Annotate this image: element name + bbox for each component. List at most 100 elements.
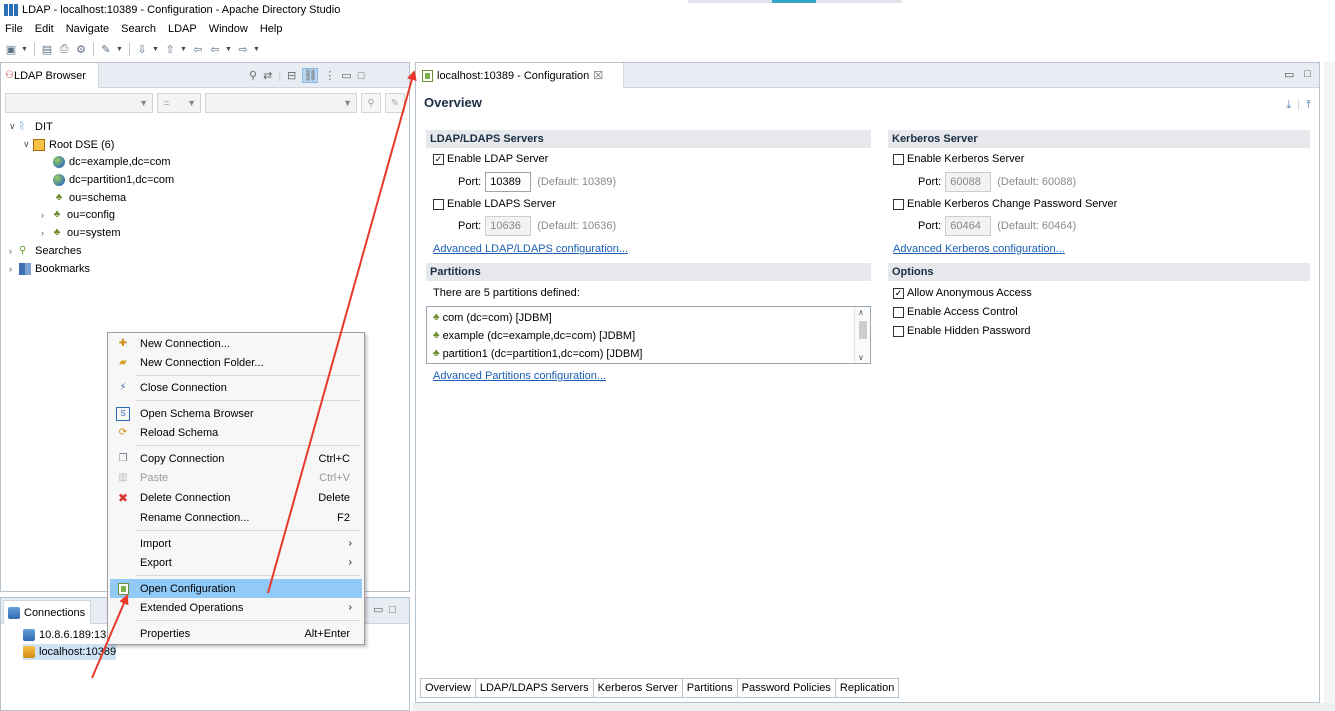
chevron-right-icon[interactable]: › (9, 264, 19, 274)
quick-search-button[interactable]: ⚲ (361, 93, 381, 113)
menu-edit[interactable]: Edit (35, 23, 54, 35)
back-icon[interactable]: ⇦ (208, 42, 222, 56)
advanced-partitions-link[interactable]: Advanced Partitions configuration... (433, 370, 606, 382)
chevron-right-icon[interactable]: › (41, 210, 51, 220)
menu-item-properties[interactable]: Properties Alt+Enter (110, 624, 362, 643)
tab-ldap-browser[interactable]: ⚇ LDAP Browser (1, 63, 99, 88)
settings-icon[interactable]: ⚙ (74, 42, 88, 56)
tree-node-example[interactable]: dc=example,dc=com (53, 153, 171, 170)
menu-file[interactable]: File (5, 23, 23, 35)
partitions-scrollbar[interactable]: ∧ ∨ (854, 307, 870, 363)
chevron-right-icon[interactable]: › (9, 246, 19, 256)
enable-change-password-checkbox[interactable]: Enable Kerberos Change Password Server (893, 196, 1117, 212)
menu-item-export[interactable]: Export › (110, 553, 362, 572)
list-item[interactable]: ♣ partition1 (dc=partition1,dc=com) [JDB… (433, 345, 642, 362)
search-view-icon[interactable]: ⚲ (249, 69, 257, 82)
value-combo[interactable]: ▼ (205, 93, 357, 113)
chevron-down-icon[interactable]: ∨ (23, 139, 33, 150)
pin-icon[interactable]: ✎ (99, 42, 113, 56)
menu-item-new-connection-folder[interactable]: ▰ New Connection Folder... (110, 353, 362, 372)
minimize-icon[interactable]: ▭ (373, 603, 383, 616)
view-menu-icon[interactable]: ⋮ (324, 69, 335, 82)
clear-search-button[interactable]: ✎ (385, 93, 405, 113)
scroll-up-icon[interactable]: ∧ (858, 308, 864, 317)
forward-dropdown-icon[interactable]: ▼ (253, 46, 261, 53)
tab-connections[interactable]: Connections (3, 600, 91, 624)
advanced-kerberos-link[interactable]: Advanced Kerberos configuration... (893, 243, 1065, 255)
maximize-icon[interactable]: □ (1304, 68, 1311, 81)
tree-node-schema[interactable]: ♣ ou=schema (53, 189, 126, 206)
ldaps-port-input[interactable]: 10636 (485, 216, 532, 236)
tree-node-system[interactable]: › ♣ ou=system (41, 224, 121, 241)
last-edit-icon[interactable]: ⇦ (191, 42, 205, 56)
next-annotation-dropdown-icon[interactable]: ▼ (152, 46, 160, 53)
menu-item-open-configuration[interactable]: Open Configuration (110, 579, 362, 598)
chevron-right-icon[interactable]: › (41, 228, 51, 238)
tree-node-config[interactable]: › ♣ ou=config (41, 206, 115, 223)
enable-access-control-checkbox[interactable]: Enable Access Control (893, 304, 1018, 320)
save-icon[interactable]: ▤ (40, 42, 54, 56)
connection-item[interactable]: 10.8.6.189:13 (23, 627, 106, 643)
menu-item-rename-connection[interactable]: Rename Connection... F2 (110, 508, 362, 527)
menu-item-new-connection[interactable]: ✚ New Connection... (110, 334, 362, 353)
prev-annotation-icon[interactable]: ⇧ (163, 42, 177, 56)
export-icon[interactable]: ⤒ (1306, 99, 1311, 112)
chevron-down-icon[interactable]: ∨ (9, 121, 19, 132)
menu-item-open-schema-browser[interactable]: S Open Schema Browser (110, 404, 362, 423)
menu-item-close-connection[interactable]: ⚡ Close Connection (110, 378, 362, 397)
scroll-thumb[interactable] (859, 321, 867, 339)
enable-ldap-checkbox[interactable]: ✓ Enable LDAP Server (433, 151, 548, 167)
collapse-all-icon[interactable]: ⊟ (287, 69, 296, 82)
pin-dropdown-icon[interactable]: ▼ (116, 46, 124, 53)
connection-item-selected[interactable]: localhost:10389 (23, 644, 117, 660)
prev-annotation-dropdown-icon[interactable]: ▼ (180, 46, 188, 53)
attribute-combo[interactable]: ▼ (5, 93, 153, 113)
minimize-icon[interactable]: ▭ (1284, 68, 1294, 81)
maximize-icon[interactable]: □ (389, 604, 396, 616)
new-dropdown-icon[interactable]: ▼ (21, 46, 29, 53)
kerberos-port-input[interactable]: 60088 (945, 172, 992, 192)
back-dropdown-icon[interactable]: ▼ (225, 46, 233, 53)
menu-item-copy-connection[interactable]: ❐ Copy Connection Ctrl+C (110, 449, 362, 468)
next-annotation-icon[interactable]: ⇩ (135, 42, 149, 56)
tree-node-root-dse[interactable]: ∨ Root DSE (6) (23, 136, 114, 153)
tree-node-searches[interactable]: › ⚲ Searches (9, 242, 81, 259)
advanced-ldap-link[interactable]: Advanced LDAP/LDAPS configuration... (433, 243, 628, 255)
tree-node-partition1[interactable]: dc=partition1,dc=com (53, 171, 174, 188)
tab-kerberos-server[interactable]: Kerberos Server (594, 679, 683, 697)
allow-anonymous-checkbox[interactable]: ✓ Allow Anonymous Access (893, 285, 1032, 301)
scroll-down-icon[interactable]: ∨ (858, 353, 864, 362)
enable-kerberos-checkbox[interactable]: Enable Kerberos Server (893, 151, 1024, 167)
enable-hidden-password-checkbox[interactable]: Enable Hidden Password (893, 323, 1031, 339)
print-icon[interactable]: ⎙ (57, 42, 71, 56)
change-password-port-input[interactable]: 60464 (945, 216, 992, 236)
list-item[interactable]: ♣ example (dc=example,dc=com) [JDBM] (433, 327, 635, 344)
minimize-icon[interactable]: ▭ (341, 69, 351, 82)
enable-ldaps-checkbox[interactable]: Enable LDAPS Server (433, 196, 556, 212)
menu-navigate[interactable]: Navigate (66, 23, 109, 35)
tab-configuration[interactable]: localhost:10389 - Configuration ☒ (416, 63, 624, 88)
new-wizard-icon[interactable]: ▣ (4, 42, 18, 56)
list-item[interactable]: ♣ com (dc=com) [JDBM] (433, 309, 552, 326)
tab-overview[interactable]: Overview (421, 679, 476, 697)
tab-replication[interactable]: Replication (836, 679, 898, 697)
link-icon[interactable]: ⛓ (302, 68, 319, 83)
menu-item-delete-connection[interactable]: ✖ Delete Connection Delete (110, 488, 362, 507)
ldap-port-input[interactable]: 10389 (485, 172, 532, 192)
tab-password-policies[interactable]: Password Policies (738, 679, 836, 697)
menu-help[interactable]: Help (260, 23, 283, 35)
tab-ldap-servers[interactable]: LDAP/LDAPS Servers (476, 679, 594, 697)
maximize-icon[interactable]: □ (358, 70, 365, 82)
menu-item-reload-schema[interactable]: ⟳ Reload Schema (110, 423, 362, 442)
menu-item-paste[interactable]: ▥ Paste Ctrl+V (110, 468, 362, 487)
tree-node-dit[interactable]: ∨ ᚱ DIT (9, 118, 53, 135)
menu-ldap[interactable]: LDAP (168, 23, 197, 35)
import-icon[interactable]: ⤓ (1286, 99, 1291, 112)
menu-search[interactable]: Search (121, 23, 156, 35)
partitions-list[interactable]: ♣ com (dc=com) [JDBM] ♣ example (dc=exam… (426, 306, 871, 364)
link-with-editor-icon[interactable]: ⇄ (263, 69, 272, 82)
close-icon[interactable]: ☒ (593, 69, 603, 82)
tab-partitions[interactable]: Partitions (683, 679, 738, 697)
menu-item-import[interactable]: Import › (110, 534, 362, 553)
menu-item-extended-operations[interactable]: Extended Operations › (110, 598, 362, 617)
